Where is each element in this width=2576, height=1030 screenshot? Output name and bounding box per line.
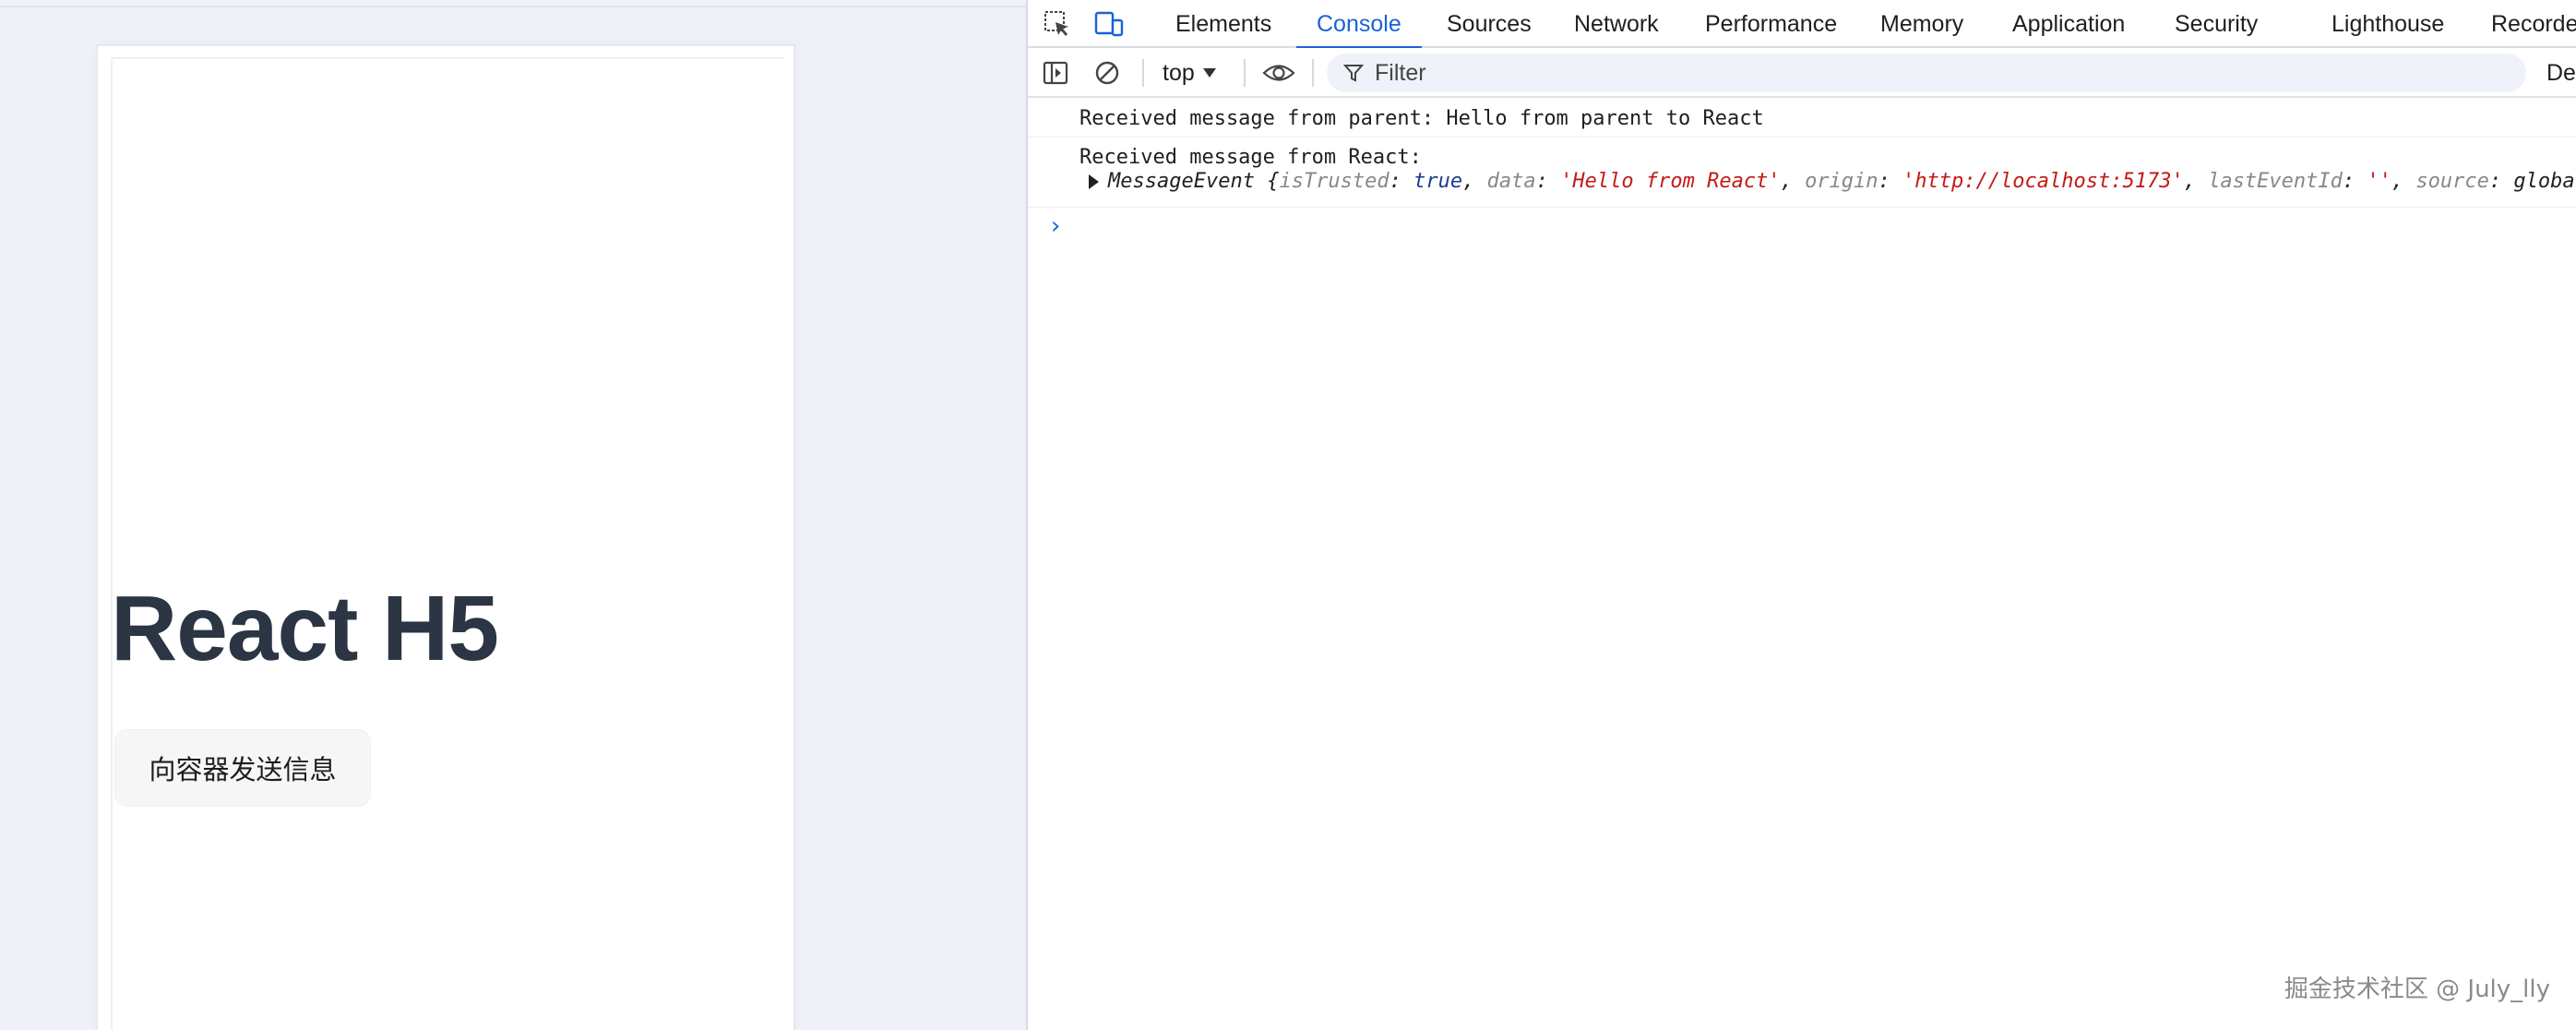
iframe-border-top: [111, 57, 784, 59]
device-frame: React H5 向容器发送信息: [96, 44, 795, 1030]
send-to-container-button[interactable]: 向容器发送信息: [114, 729, 371, 807]
tab-security[interactable]: Security: [2175, 0, 2258, 48]
page-title: React H5: [111, 577, 499, 680]
message-divider: [1028, 137, 2576, 138]
tab-console[interactable]: Console: [1296, 0, 1422, 50]
context-selector[interactable]: top: [1163, 56, 1217, 90]
devtools-tabbar: Elements Console Sources Network Perform…: [1028, 0, 2576, 50]
toolbar-divider: [1142, 59, 1144, 87]
filter-icon: [1343, 65, 1364, 82]
iframe-border-left: [111, 57, 113, 1030]
tab-memory[interactable]: Memory: [1880, 0, 1963, 48]
console-message: Received message from parent: Hello from…: [1079, 107, 1764, 130]
inspect-element-icon[interactable]: [1041, 7, 1074, 41]
message-event-object[interactable]: MessageEvent { isTrusted: true, data: 'H…: [1089, 170, 2575, 193]
filter-box: [1327, 54, 2526, 92]
tab-lighthouse[interactable]: Lighthouse: [2332, 0, 2444, 48]
expand-triangle-icon[interactable]: [1089, 174, 1099, 189]
log-levels-dropdown[interactable]: De: [2546, 54, 2576, 92]
tab-sources[interactable]: Sources: [1447, 0, 1532, 48]
toolbar-divider: [1312, 59, 1314, 87]
page-viewport: React H5 向容器发送信息: [0, 0, 1026, 1030]
viewport-ruler: [0, 0, 1026, 7]
tab-network[interactable]: Network: [1574, 0, 1659, 48]
devtools-panel: Elements Console Sources Network Perform…: [1026, 0, 2576, 1030]
tab-application[interactable]: Application: [2012, 0, 2125, 48]
message-divider: [1028, 207, 2576, 208]
watermark: 掘金技术社区 @ July_lly: [2284, 976, 2550, 1003]
console-toolbar: top De: [1028, 48, 2576, 98]
tab-elements[interactable]: Elements: [1175, 0, 1271, 48]
eye-icon[interactable]: [1262, 56, 1295, 90]
context-label: top: [1163, 59, 1195, 86]
device-toolbar-icon[interactable]: [1092, 7, 1126, 41]
sidebar-toggle-icon[interactable]: [1039, 56, 1072, 90]
tab-recorder[interactable]: Recorde: [2491, 0, 2576, 48]
toolbar-divider: [1244, 59, 1246, 87]
screen: React H5 向容器发送信息 Elements Console Source…: [0, 0, 2576, 1030]
filter-input[interactable]: [1375, 59, 1928, 87]
chevron-down-icon: [1202, 68, 1216, 78]
console-output: Received message from parent: Hello from…: [1028, 98, 2576, 1030]
clear-console-icon[interactable]: [1091, 56, 1124, 90]
console-prompt-icon[interactable]: ›: [1048, 212, 1063, 240]
console-message: Received message from React:: [1079, 146, 1422, 169]
tab-performance[interactable]: Performance: [1705, 0, 1837, 48]
